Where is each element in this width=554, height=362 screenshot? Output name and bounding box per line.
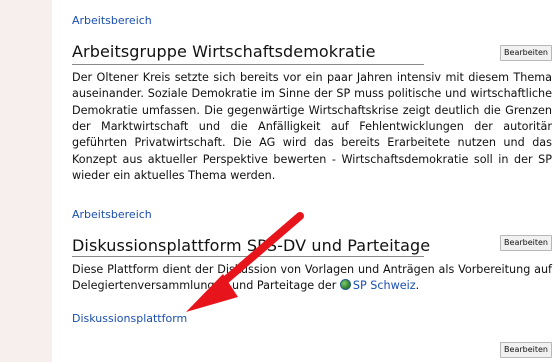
sp-schweiz-link[interactable]: SP Schweiz bbox=[353, 279, 416, 292]
section-description: Diese Plattform dient der Diskussion von… bbox=[72, 262, 552, 295]
edit-button[interactable]: Bearbeiten bbox=[500, 45, 552, 61]
edit-button[interactable]: Bearbeiten bbox=[500, 235, 552, 251]
section-divider bbox=[72, 256, 424, 257]
edit-button[interactable]: Bearbeiten bbox=[500, 342, 552, 358]
section-divider bbox=[72, 64, 424, 65]
category-link-arbeitsbereich[interactable]: Arbeitsbereich bbox=[72, 208, 152, 221]
section-title: Arbeitsgruppe Wirtschaftsdemokratie bbox=[72, 42, 376, 61]
left-margin-strip bbox=[0, 0, 52, 362]
globe-icon bbox=[339, 279, 351, 291]
category-link-arbeitsbereich[interactable]: Arbeitsbereich bbox=[72, 14, 152, 27]
main-content: Arbeitsbereich Arbeitsgruppe Wirtschafts… bbox=[52, 0, 554, 362]
section-description: Der Oltener Kreis setzte sich bereits vo… bbox=[72, 71, 552, 182]
diskussionsplattform-link[interactable]: Diskussionsplattform bbox=[72, 312, 187, 325]
section-title: Diskussionsplattform SPS-DV und Parteita… bbox=[72, 236, 431, 255]
description-end: . bbox=[415, 279, 420, 293]
description-text: Diese Plattform dient der Diskussion von… bbox=[72, 263, 552, 293]
